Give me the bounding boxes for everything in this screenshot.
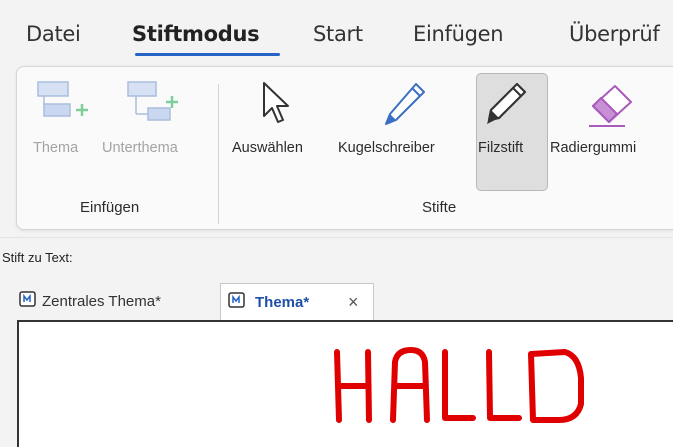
group-stifte-label: Stifte [422, 199, 457, 216]
thema-label: Thema [33, 140, 79, 156]
active-tab-indicator [135, 53, 280, 56]
ballpoint-pen-icon [385, 83, 425, 125]
doc-tab-label: Zentrales Thema* [42, 293, 161, 310]
kugelschreiber-label: Kugelschreiber [338, 140, 435, 156]
tab-einfuegen[interactable]: Einfügen [413, 22, 504, 46]
thema-icon [37, 81, 88, 117]
ribbon-divider [0, 237, 673, 238]
group-einfuegen-label: Einfügen [80, 199, 140, 216]
cursor-arrow-icon [263, 82, 289, 123]
close-icon[interactable]: × [348, 292, 359, 313]
tab-datei[interactable]: Datei [26, 22, 81, 46]
auswaehlen-label: Auswählen [232, 140, 303, 156]
eraser-icon [589, 85, 632, 127]
unterthema-icon [127, 81, 178, 121]
group-separator [218, 84, 219, 224]
mindmap-doc-icon [19, 291, 36, 307]
unterthema-label: Unterthema [102, 140, 178, 156]
mindmap-canvas[interactable] [17, 320, 673, 447]
pen-to-text-label: Stift zu Text: [2, 250, 73, 265]
filzstift-button[interactable]: Filzstift [476, 73, 548, 191]
felt-pen-icon [487, 82, 527, 124]
tab-stiftmodus[interactable]: Stiftmodus [132, 22, 260, 46]
mindmap-doc-icon [228, 292, 245, 308]
tab-ueberpruefen[interactable]: Überprüf [569, 22, 660, 46]
doc-tab-thema[interactable]: Thema* × [220, 283, 374, 320]
doc-tab-zentrales-thema[interactable]: Zentrales Thema* [14, 283, 214, 319]
filzstift-label: Filzstift [478, 140, 524, 156]
ribbon-tab-bar: Datei Stiftmodus Start Einfügen Überprüf [0, 0, 673, 60]
handwritten-ink [334, 347, 584, 423]
tab-start[interactable]: Start [313, 22, 363, 46]
doc-tab-label: Thema* [255, 294, 310, 311]
radiergummi-label: Radiergummi [550, 140, 637, 156]
